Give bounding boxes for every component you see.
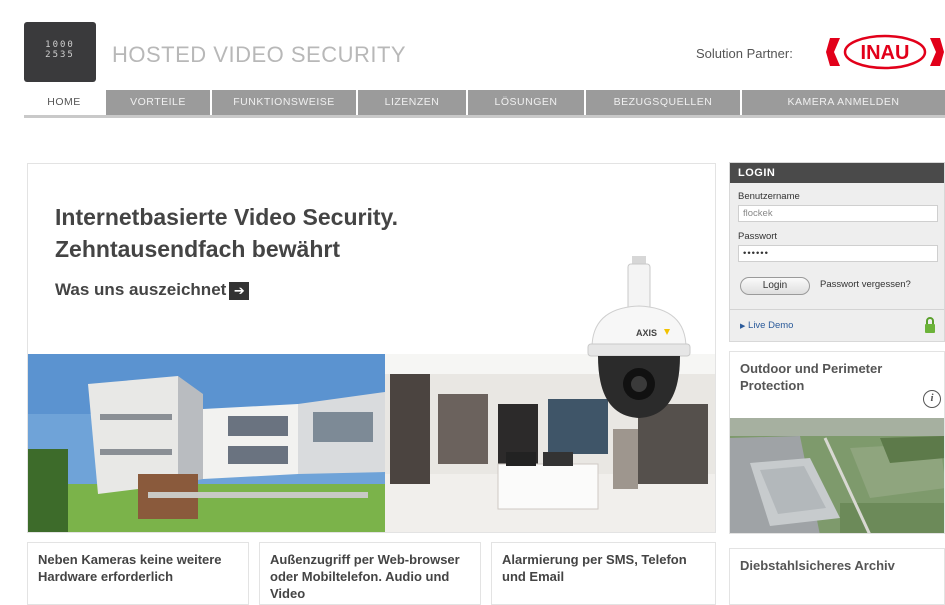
dome-camera-image: AXIS	[587, 256, 691, 418]
promo-outdoor-protection[interactable]: Outdoor und Perimeter Protection i	[729, 351, 945, 534]
play-triangle-icon: ▶	[740, 323, 746, 330]
aerial-site-image	[730, 418, 944, 533]
camera-brand-label: AXIS	[636, 328, 657, 338]
feature-box-hardware[interactable]: Neben Kameras keine weitere Hardware erf…	[27, 542, 249, 605]
nav-item-loesungen[interactable]: LÖSUNGEN	[468, 90, 586, 115]
nav-item-vorteile[interactable]: VORTEILE	[106, 90, 212, 115]
site-title: HOSTED VIDEO SECURITY	[112, 42, 407, 67]
inau-partner-logo[interactable]: INAU	[826, 32, 944, 72]
login-divider	[730, 309, 944, 310]
live-demo-label: Live Demo	[748, 320, 794, 331]
hero-link[interactable]: Was uns auszeichnet ➔	[55, 280, 250, 300]
nav-item-lizenzen[interactable]: LIZENZEN	[358, 90, 468, 115]
main-nav: HOME VORTEILE FUNKTIONSWEISE LIZENZEN LÖ…	[24, 90, 945, 118]
login-button[interactable]: Login	[740, 277, 810, 295]
nav-item-bezugsquellen[interactable]: BEZUGSQUELLEN	[586, 90, 742, 115]
login-title: LOGIN	[730, 163, 944, 183]
forgot-password-link[interactable]: Passwort vergessen?	[820, 279, 911, 290]
login-panel: LOGIN Benutzername flockek Passwort ••••…	[729, 162, 945, 342]
nav-item-kamera-anmelden[interactable]: KAMERA ANMELDEN	[742, 90, 945, 115]
promo-theft-proof-archive[interactable]: Diebstahlsicheres Archiv	[729, 548, 945, 605]
lock-icon	[925, 317, 935, 333]
hero-link-label: Was uns auszeichnet	[55, 280, 227, 299]
nav-item-funktionsweise[interactable]: FUNKTIONSWEISE	[212, 90, 358, 115]
partner-logo-text: INAU	[861, 42, 910, 64]
live-demo-link[interactable]: ▶ Live Demo	[740, 320, 793, 331]
promo-outdoor-title: Outdoor und Perimeter Protection	[740, 361, 883, 393]
arrow-right-icon: ➔	[229, 281, 250, 300]
logo-digits: 1000 2535	[45, 40, 75, 60]
hero-subheadline: Zehntausendfach bewährt	[55, 236, 340, 262]
password-field[interactable]: ••••••	[738, 245, 938, 262]
password-label: Passwort	[738, 231, 778, 242]
site-logo[interactable]: 1000 2535	[24, 22, 96, 82]
feature-box-alerting[interactable]: Alarmierung per SMS, Telefon und Email	[491, 542, 716, 605]
username-field[interactable]: flockek	[738, 205, 938, 222]
feature-box-remote-access[interactable]: Außenzugriff per Web-browser oder Mobilt…	[259, 542, 481, 605]
info-icon[interactable]: i	[923, 390, 941, 408]
hero-headline: Internetbasierte Video Security.	[55, 204, 398, 230]
nav-item-home[interactable]: HOME	[24, 90, 106, 115]
hero-banner: Internetbasierte Video Security. Zehntau…	[27, 163, 716, 533]
username-label: Benutzername	[738, 191, 800, 202]
partner-label: Solution Partner:	[696, 46, 793, 61]
